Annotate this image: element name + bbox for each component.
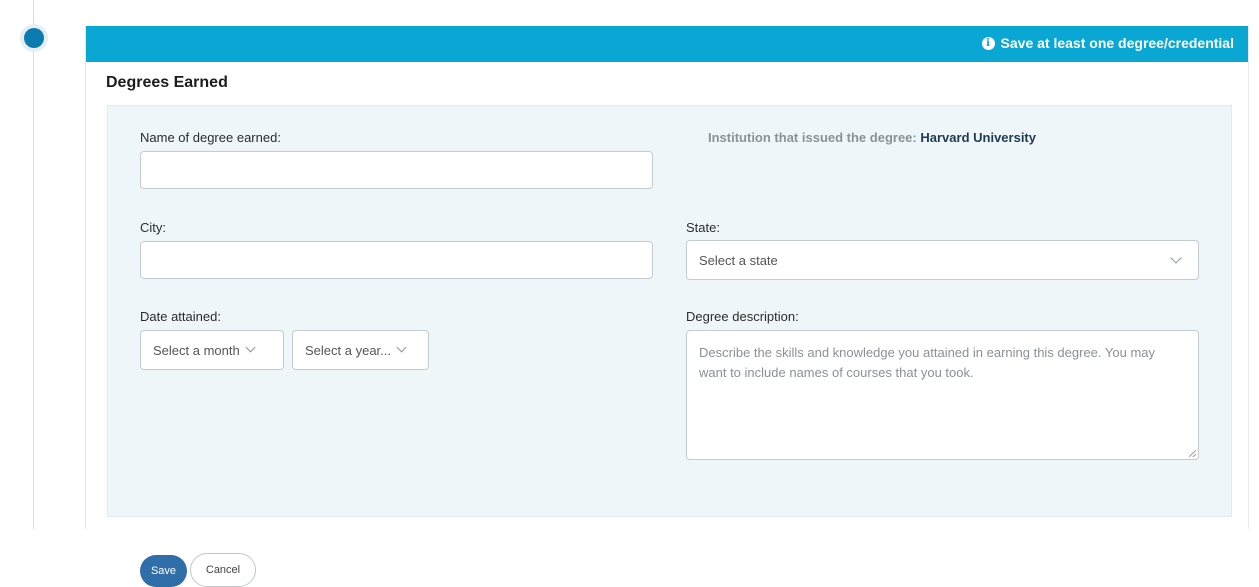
- institution-info: Institution that issued the degree: Harv…: [708, 130, 1036, 145]
- chevron-down-icon: [1170, 252, 1182, 264]
- month-select-value: Select a month: [153, 342, 240, 358]
- info-icon: i: [981, 36, 995, 50]
- degrees-card: i Save at least one degree/credential De…: [85, 26, 1249, 587]
- institution-name: Harvard University: [920, 130, 1036, 145]
- chevron-down-icon: [396, 342, 407, 352]
- date-attained-label: Date attained:: [140, 309, 221, 324]
- banner-message: Save at least one degree/credential: [1000, 35, 1234, 51]
- month-select[interactable]: Select a month: [140, 330, 284, 370]
- state-label: State:: [686, 220, 720, 235]
- year-select[interactable]: Select a year...: [292, 330, 429, 370]
- state-select[interactable]: Select a state: [686, 240, 1199, 280]
- city-input[interactable]: [140, 241, 653, 279]
- state-select-value: Select a state: [699, 252, 778, 268]
- cancel-button[interactable]: Cancel: [190, 553, 256, 587]
- city-label: City:: [140, 220, 166, 235]
- degree-name-label: Name of degree earned:: [140, 130, 281, 145]
- chevron-down-icon: [245, 342, 256, 352]
- requirement-banner: i Save at least one degree/credential: [86, 26, 1248, 62]
- save-button[interactable]: Save: [140, 555, 187, 587]
- timeline-dot: [24, 28, 44, 48]
- section-title: Degrees Earned: [106, 74, 228, 91]
- year-select-value: Select a year...: [305, 342, 391, 358]
- description-textarea[interactable]: Describe the skills and knowledge you at…: [686, 330, 1199, 460]
- banner-content: i Save at least one degree/credential: [981, 35, 1234, 51]
- degree-name-input[interactable]: [140, 151, 653, 189]
- description-placeholder: Describe the skills and knowledge you at…: [699, 345, 1156, 380]
- description-label: Degree description:: [686, 309, 799, 324]
- degree-form: Name of degree earned: Institution that …: [107, 105, 1232, 587]
- resize-handle-icon[interactable]: [1189, 450, 1196, 457]
- timeline-line: [33, 0, 34, 529]
- institution-label: Institution that issued the degree:: [708, 130, 917, 145]
